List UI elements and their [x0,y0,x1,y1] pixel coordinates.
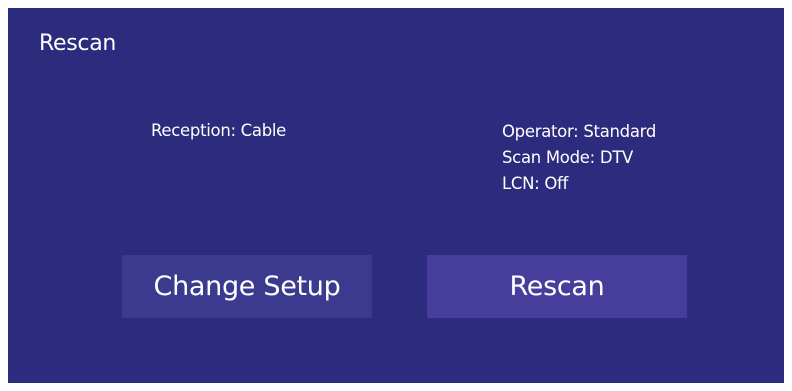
scan-mode-info: Scan Mode: DTV [502,148,633,167]
rescan-dialog: Rescan Reception: Cable Operator: Standa… [8,8,784,383]
dialog-title: Rescan [39,31,117,56]
change-setup-button[interactable]: Change Setup [122,255,372,318]
rescan-label: Rescan [509,271,605,302]
scan-settings-info: Operator: Standard Scan Mode: DTV LCN: O… [502,119,656,197]
change-setup-label: Change Setup [153,271,341,302]
operator-info: Operator: Standard [502,122,657,141]
reception-info: Reception: Cable [151,121,287,140]
rescan-button[interactable]: Rescan [427,255,687,318]
lcn-info: LCN: Off [502,174,569,193]
